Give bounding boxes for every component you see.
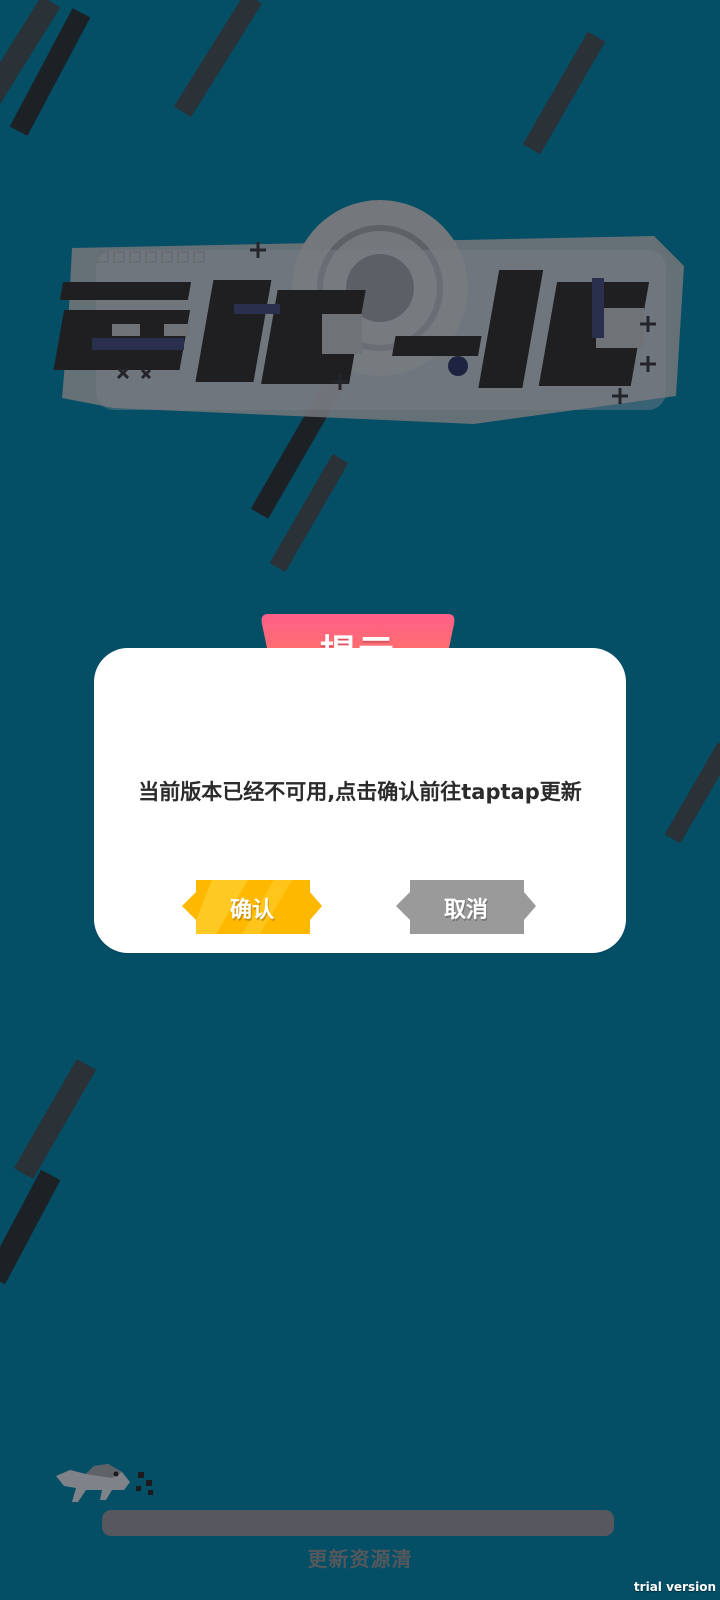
- confirm-button[interactable]: 确认: [182, 880, 322, 934]
- confirm-button-label: 确认: [229, 898, 274, 923]
- decorative-stripe: [664, 742, 720, 844]
- loading-progress-bar: [102, 1510, 614, 1536]
- decorative-stripe: [522, 31, 606, 155]
- game-loading-screen: 提示 当前版本已经不可用,点击确认前往taptap更新 确认 取消: [0, 0, 720, 1600]
- cancel-button-label: 取消: [443, 898, 488, 923]
- dialog-message: 当前版本已经不可用,点击确认前往taptap更新: [138, 780, 582, 804]
- decorative-stripe: [0, 1169, 61, 1285]
- cancel-button[interactable]: 取消: [396, 880, 536, 934]
- wolf-mascot-icon: [52, 1456, 162, 1508]
- loading-status-text: 更新资源清: [307, 1547, 413, 1571]
- decorative-stripe: [13, 1058, 97, 1180]
- game-logo: [44, 186, 694, 430]
- watermark-text: trial version: [633, 1580, 716, 1594]
- update-dialog: 当前版本已经不可用,点击确认前往taptap更新 确认 取消: [94, 648, 626, 953]
- decorative-stripe: [174, 0, 262, 118]
